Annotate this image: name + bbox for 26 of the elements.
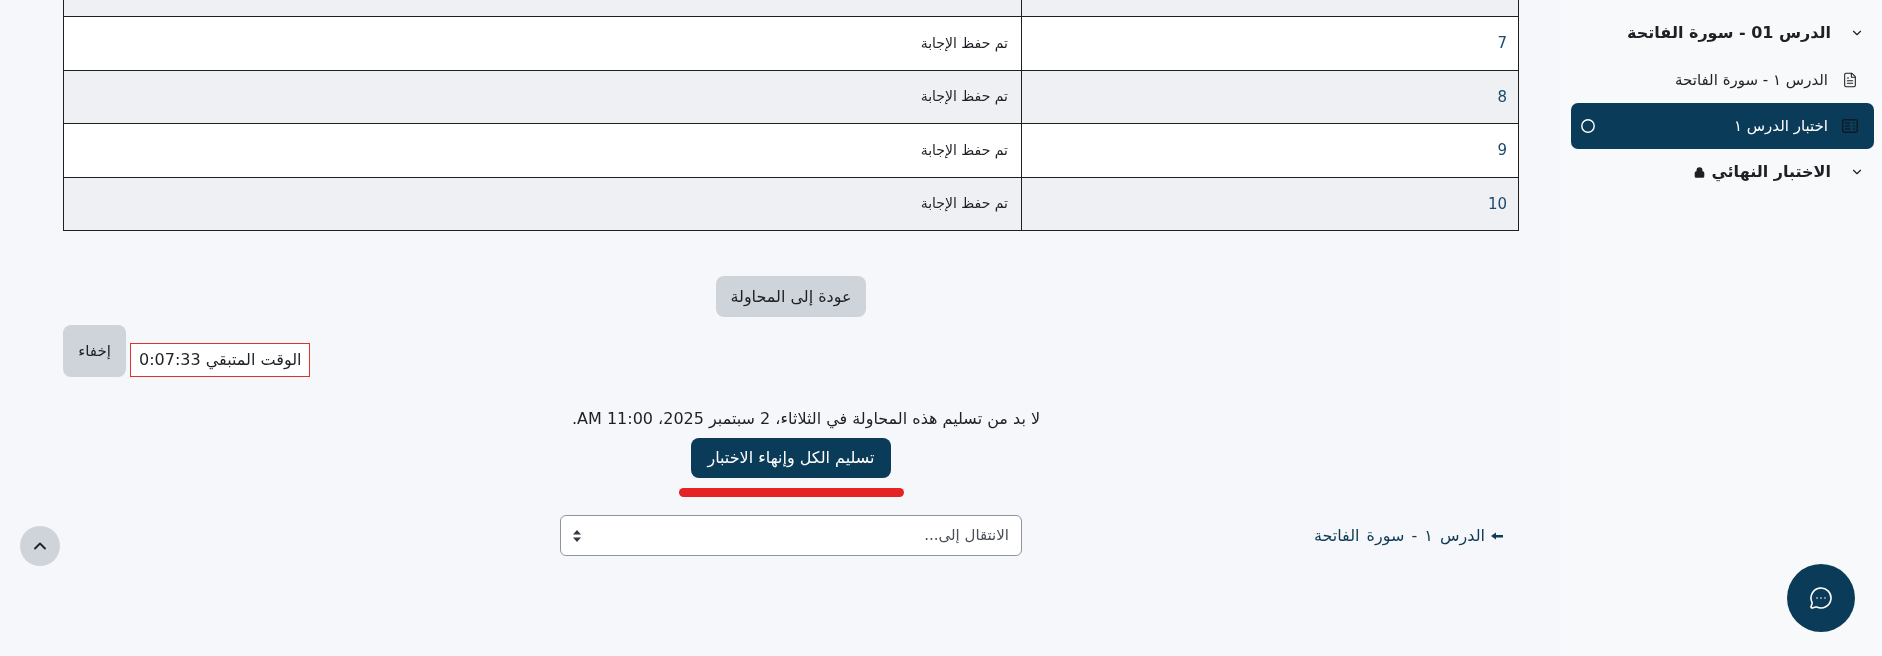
question-link[interactable]: 7	[1497, 32, 1507, 55]
checklist-icon	[1842, 119, 1858, 133]
status-text: تم حفظ الإجابة	[920, 33, 1008, 54]
submit-all-button[interactable]: تسليم الكل وإنهاء الاختبار	[691, 438, 891, 478]
previous-activity-link[interactable]: الدرس ١ - سورة الفاتحة	[1313, 523, 1503, 548]
section-title[interactable]: الدرس 01 - سورة الفاتحة	[1627, 21, 1831, 45]
sidebar-item[interactable]: الدرس ١ - سورة الفاتحة	[1571, 57, 1874, 103]
up-down-caret-icon	[573, 529, 581, 542]
scroll-to-top-button[interactable]	[20, 526, 60, 566]
chat-icon	[1809, 586, 1833, 610]
deadline-notice: لا بد من تسليم هذه المحاولة في الثلاثاء، 2 سبتمبر 2025، 11:00 AM.	[571, 408, 1041, 430]
status-text: تم حفظ الإجابة	[920, 194, 1008, 214]
section-title[interactable]: الاختبار النهائي	[1711, 160, 1831, 184]
document-icon	[1842, 72, 1858, 88]
arrow-icon	[1491, 531, 1503, 540]
back-to-attempt-button[interactable]: عودة إلى المحاولة	[716, 276, 866, 317]
jump-to-select[interactable]: الانتقال إلى...	[560, 515, 1022, 556]
status-text: تم حفظ الإجابة	[920, 140, 1008, 161]
question-link[interactable]: 9	[1497, 139, 1507, 162]
circle-icon[interactable]	[1581, 119, 1595, 133]
question-link[interactable]: 10	[1487, 192, 1507, 215]
status-text: تم حفظ الإجابة	[920, 87, 1008, 107]
hide-button[interactable]: إخفاء	[63, 325, 126, 377]
question-link[interactable]: 8	[1497, 85, 1507, 108]
sidebar-item[interactable]: اختبار الدرس ١	[1571, 103, 1874, 149]
timer-text: الوقت المتبقي 0:07:33	[130, 343, 311, 377]
